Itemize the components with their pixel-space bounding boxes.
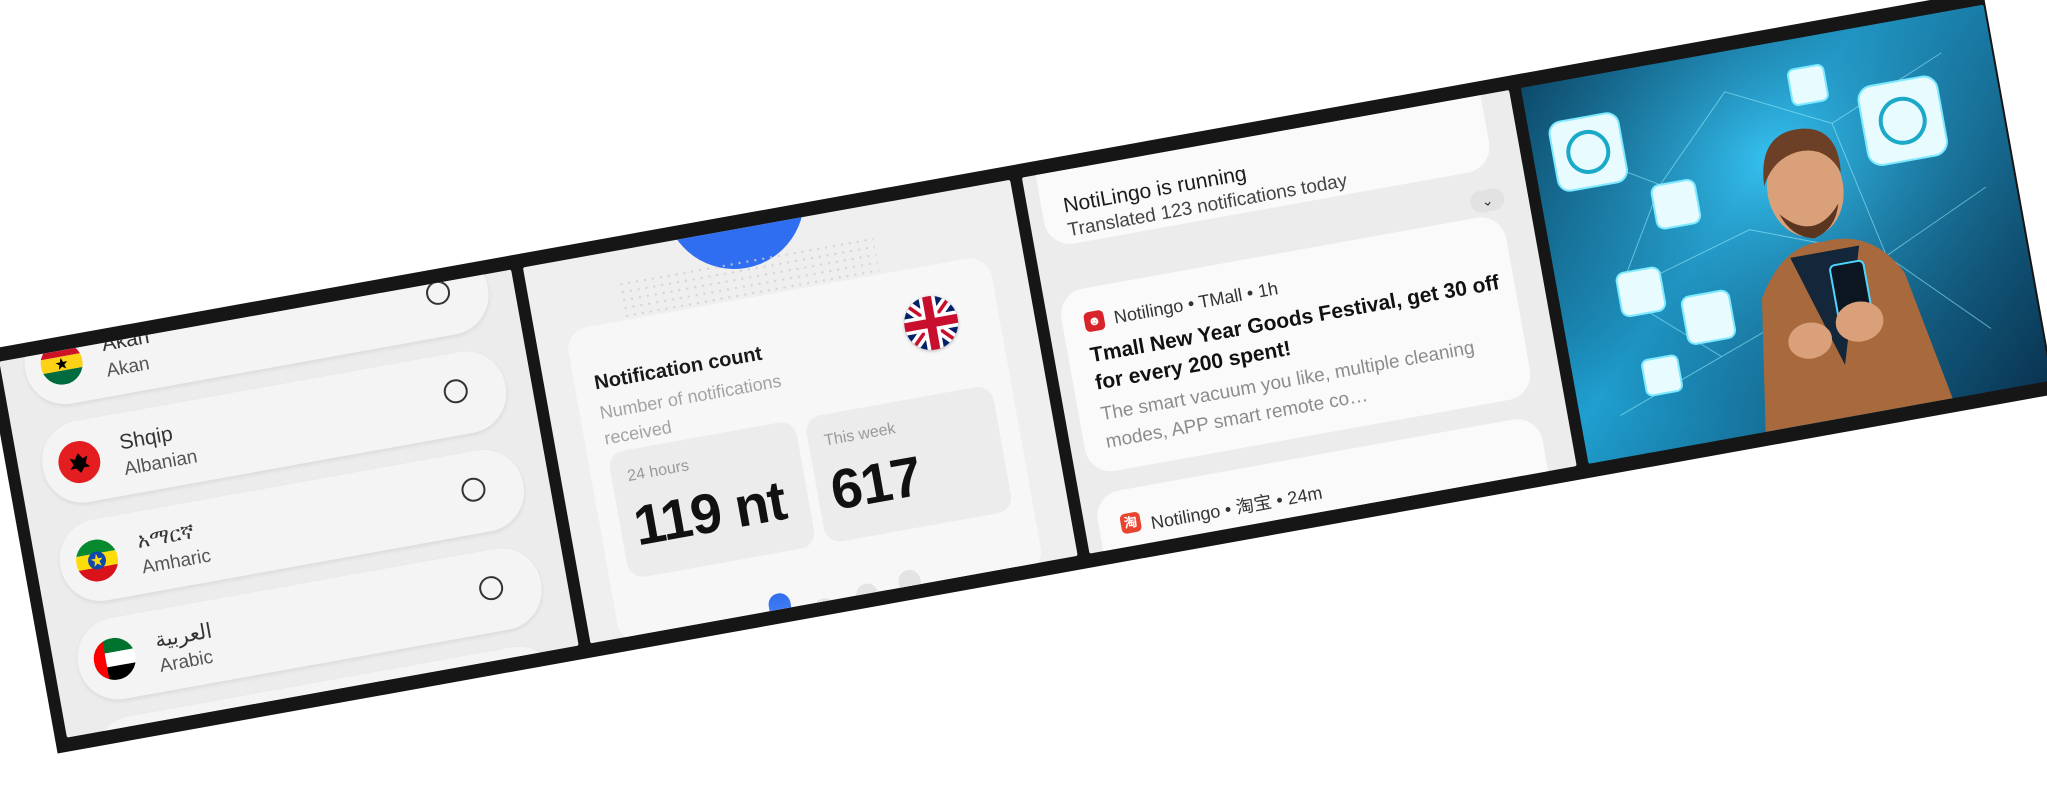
tile-this-week: This week 617 <box>803 384 1014 545</box>
language-english-name: Akan <box>104 353 152 382</box>
albania-flag-icon <box>54 437 104 487</box>
tmall-icon: ☻ <box>1082 309 1107 333</box>
tile-label: 24 hours <box>626 457 691 486</box>
radio-button[interactable] <box>477 574 506 603</box>
tile-label: This week <box>822 420 897 450</box>
chevron-down-icon[interactable]: ⌄ <box>1468 186 1506 215</box>
tile-value: 617 <box>825 443 926 522</box>
notifications-panel: NotiLingo is running Translated 123 noti… <box>1021 90 1577 554</box>
activity-bar <box>896 568 937 644</box>
ethiopia-flag-icon <box>72 536 122 585</box>
screenshot-strip: Akan Akan Shqip Albanian አማርኛ Amharic ال… <box>0 0 2047 754</box>
ghana-flag-icon <box>37 339 87 389</box>
activity-bar <box>726 618 764 644</box>
activity-bar <box>953 637 981 644</box>
statistics-panel: Notification count Number of notificatio… <box>522 179 1078 644</box>
uk-flag-icon[interactable] <box>899 291 963 355</box>
radio-button[interactable] <box>494 672 523 701</box>
radio-button[interactable] <box>441 377 470 406</box>
app-icon-tile <box>1548 112 1628 192</box>
activity-bar <box>684 632 721 644</box>
activity-bar <box>995 622 1024 644</box>
radio-button[interactable] <box>424 278 452 307</box>
activity-bar <box>854 581 894 644</box>
uae-flag-icon <box>90 634 140 684</box>
radio-button[interactable] <box>459 475 488 504</box>
activity-bar <box>812 596 851 644</box>
taobao-icon: 淘 <box>1119 511 1143 535</box>
language-native-name: Akan <box>99 324 152 357</box>
armenia-flag-icon <box>108 732 157 738</box>
man-with-phone-illustration <box>1520 4 2047 464</box>
language-native-name: Հայերեն <box>170 711 268 738</box>
service-status-card: NotiLingo is running Translated 123 noti… <box>1031 90 1494 249</box>
language-list: Akan Akan Shqip Albanian አማርኛ Amharic ال… <box>17 269 569 738</box>
promo-illustration-panel <box>1520 4 2047 464</box>
collage: Akan Akan Shqip Albanian አማርኛ Amharic ال… <box>0 0 2047 809</box>
language-list-panel: Akan Akan Shqip Albanian አማርኛ Amharic ال… <box>0 269 579 738</box>
activity-bar <box>766 591 807 644</box>
